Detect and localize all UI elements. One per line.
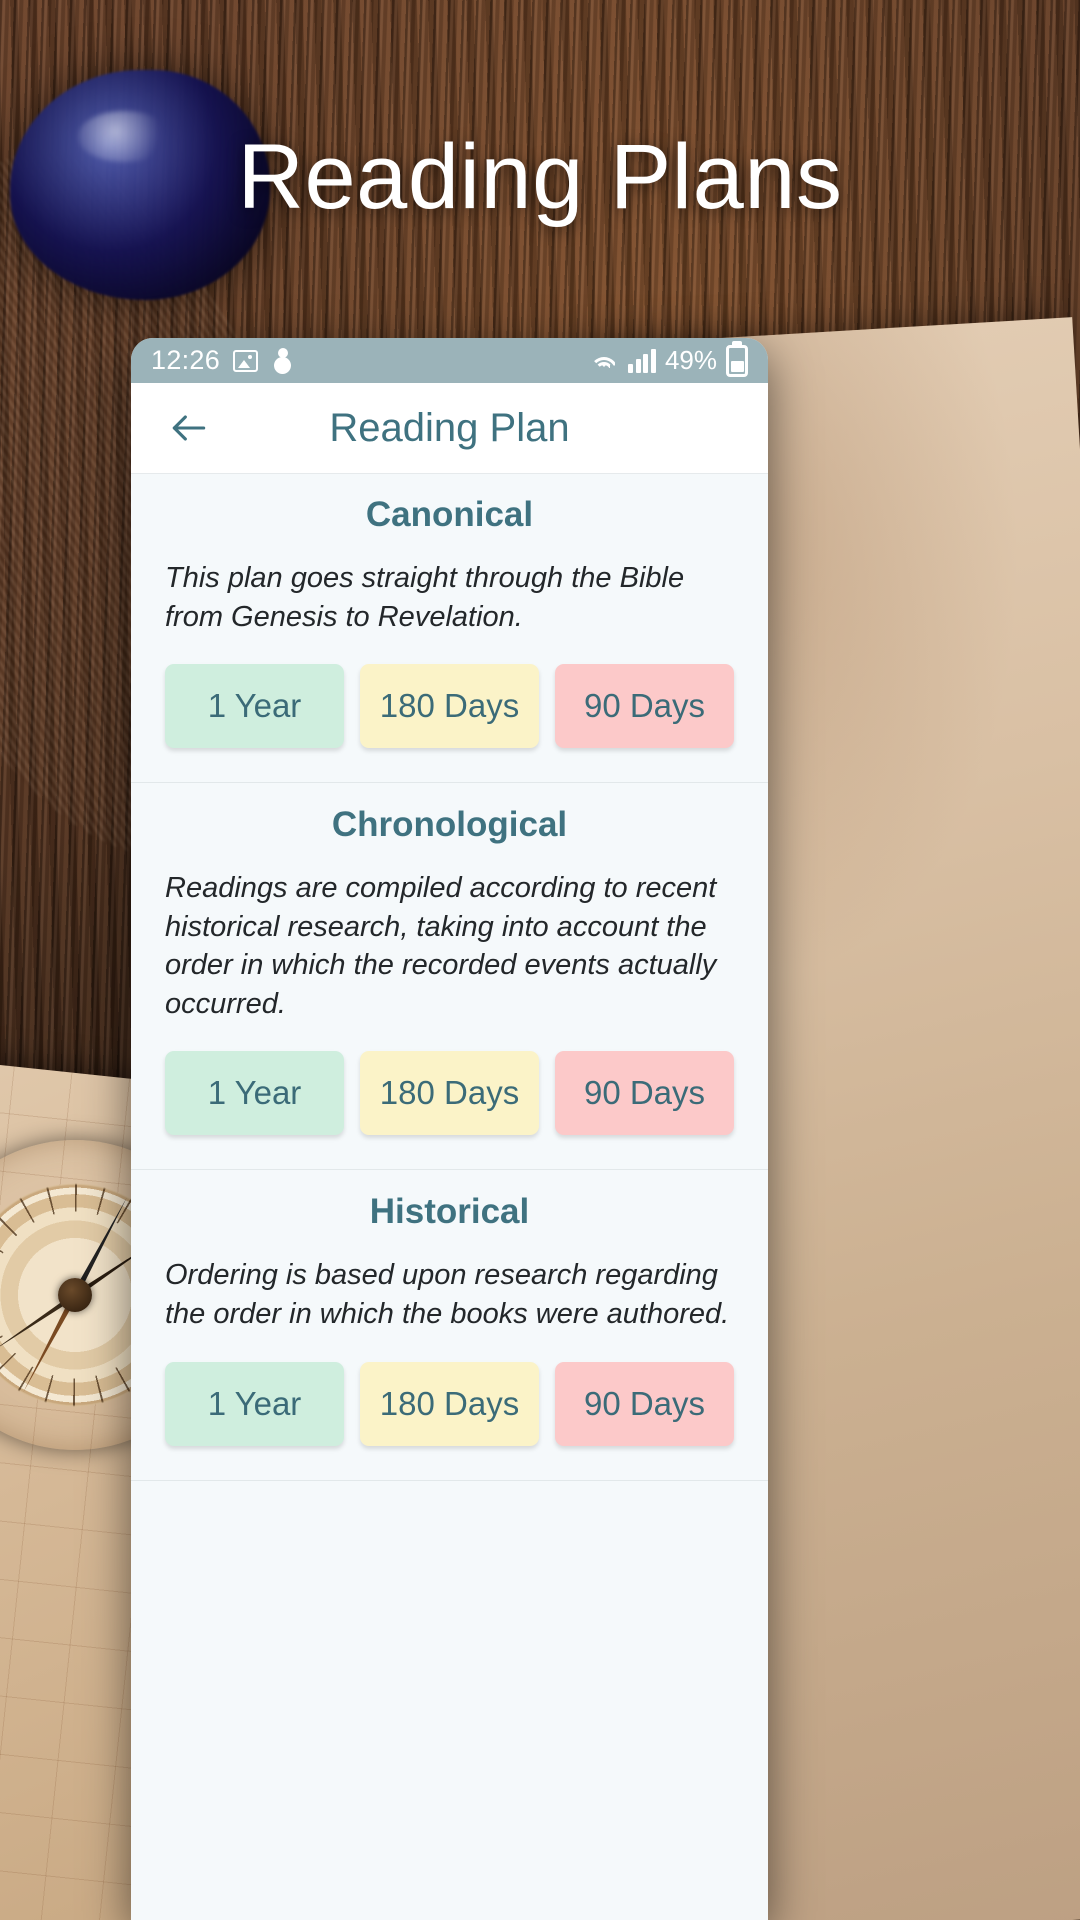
battery-percentage: 49% xyxy=(664,345,717,375)
snowman-icon xyxy=(271,347,295,374)
status-bar-right: 49% xyxy=(589,344,748,377)
duration-option-1-year[interactable]: 1 Year xyxy=(165,1051,344,1136)
back-button[interactable] xyxy=(153,392,225,464)
plans-list: Canonical This plan goes straight throug… xyxy=(131,473,768,1920)
duration-option-180-days[interactable]: 180 Days xyxy=(360,664,539,749)
status-bar: 12:26 49% xyxy=(131,338,768,383)
duration-option-90-days[interactable]: 90 Days xyxy=(555,1361,734,1446)
duration-option-1-year[interactable]: 1 Year xyxy=(165,664,344,749)
duration-option-90-days[interactable]: 90 Days xyxy=(555,1051,734,1136)
duration-option-1-year[interactable]: 1 Year xyxy=(165,1361,344,1446)
plan-card-canonical: Canonical This plan goes straight throug… xyxy=(131,473,768,784)
signal-icon xyxy=(628,348,656,373)
plan-title: Chronological xyxy=(331,805,568,845)
battery-icon xyxy=(726,344,748,377)
duration-option-90-days[interactable]: 90 Days xyxy=(555,664,734,749)
status-bar-clock: 12:26 xyxy=(151,345,221,375)
hero-title: Reading Plans xyxy=(237,126,843,228)
plan-card-chronological: Chronological Readings are compiled acco… xyxy=(131,783,768,1171)
arrow-left-icon xyxy=(172,415,206,441)
duration-option-180-days[interactable]: 180 Days xyxy=(360,1361,539,1446)
image-icon xyxy=(233,349,259,372)
plan-card-historical: Historical Ordering is based upon resear… xyxy=(131,1170,768,1481)
screenshot-stage: Reading Plans 12:26 49% Reading Plan Can… xyxy=(0,0,1080,1920)
plan-title: Historical xyxy=(369,1192,530,1232)
plan-duration-options: 1 Year 180 Days 90 Days xyxy=(165,1361,734,1446)
empty-space xyxy=(131,1480,768,1781)
compass-hub xyxy=(58,1278,92,1312)
wifi-icon xyxy=(589,349,619,373)
duration-option-180-days[interactable]: 180 Days xyxy=(360,1051,539,1136)
plan-description: This plan goes straight through the Bibl… xyxy=(165,562,685,633)
plan-duration-options: 1 Year 180 Days 90 Days xyxy=(165,664,734,749)
status-bar-left: 12:26 xyxy=(151,345,295,376)
page-title: Reading Plan xyxy=(329,405,570,450)
app-bar: Reading Plan xyxy=(131,383,768,473)
plan-title: Canonical xyxy=(365,495,534,534)
plan-description: Ordering is based upon research regardin… xyxy=(165,1259,730,1330)
plan-duration-options: 1 Year 180 Days 90 Days xyxy=(165,1051,734,1136)
phone-screenshot: 12:26 49% Reading Plan Canonical This pl… xyxy=(131,338,768,1920)
plan-description: Readings are compiled according to recen… xyxy=(165,872,717,1020)
